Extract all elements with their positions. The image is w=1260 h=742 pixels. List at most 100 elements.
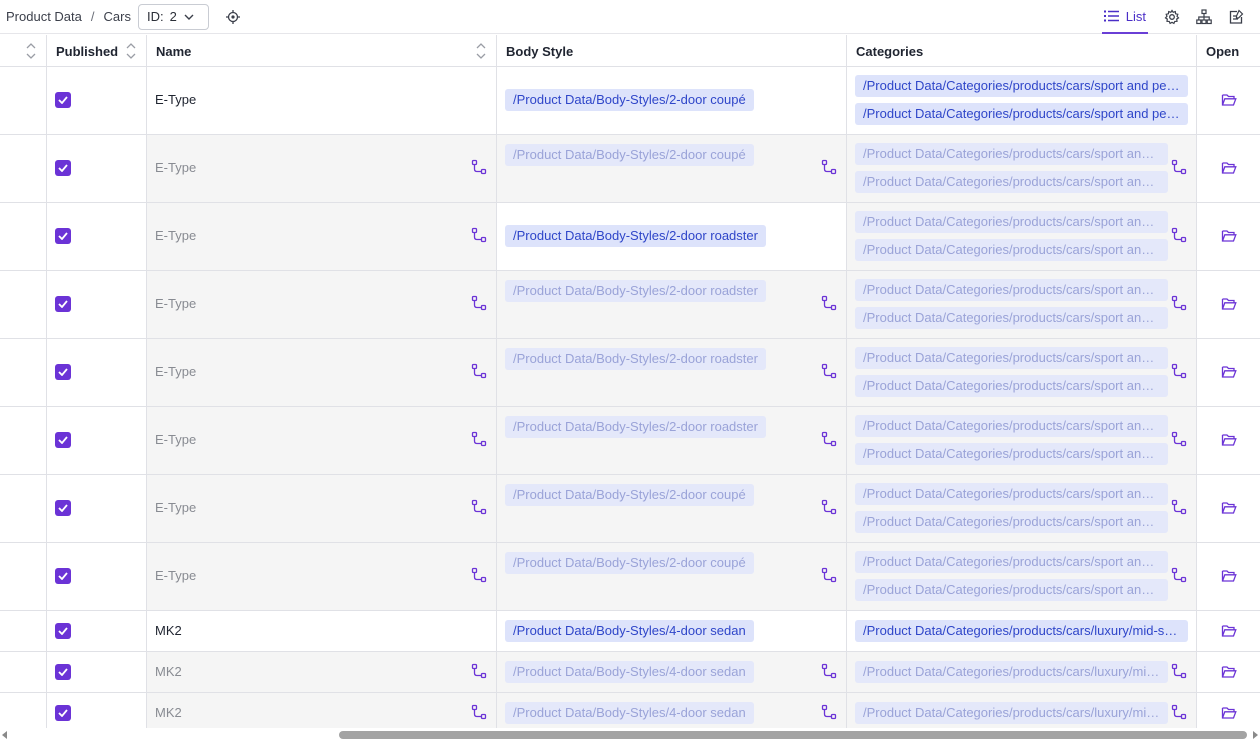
- open-folder-icon[interactable]: [1221, 296, 1237, 312]
- scroll-left-arrow-icon[interactable]: [2, 731, 7, 739]
- row-select-cell[interactable]: [0, 203, 47, 270]
- inheritance-icon[interactable]: [471, 363, 487, 379]
- scroll-right-arrow-icon[interactable]: [1253, 731, 1258, 739]
- open-folder-icon[interactable]: [1221, 160, 1237, 176]
- horizontal-scrollbar[interactable]: [0, 728, 1260, 742]
- categories-cell[interactable]: /Product Data/Categories/products/cars/s…: [847, 67, 1197, 134]
- inheritance-icon[interactable]: [1171, 704, 1187, 720]
- body-style-cell[interactable]: /Product Data/Body-Styles/2-door coupé: [497, 543, 847, 610]
- locate-icon[interactable]: [225, 9, 241, 25]
- table-row[interactable]: E-Type/Product Data/Body-Styles/2-door r…: [0, 339, 1260, 407]
- row-select-cell[interactable]: [0, 693, 47, 733]
- row-select-cell[interactable]: [0, 271, 47, 338]
- body-style-cell[interactable]: /Product Data/Body-Styles/2-door coupé: [497, 67, 847, 134]
- table-row[interactable]: E-Type/Product Data/Body-Styles/2-door c…: [0, 135, 1260, 203]
- category-tag[interactable]: /Product Data/Categories/products/cars/s…: [855, 443, 1168, 465]
- published-checkbox[interactable]: [55, 92, 71, 108]
- body-style-tag[interactable]: /Product Data/Body-Styles/2-door coupé: [505, 89, 754, 111]
- category-tag[interactable]: /Product Data/Categories/products/cars/s…: [855, 307, 1168, 329]
- body-style-tag[interactable]: /Product Data/Body-Styles/2-door roadste…: [505, 280, 766, 302]
- row-select-cell[interactable]: [0, 67, 47, 134]
- name-cell[interactable]: E-Type: [147, 67, 497, 134]
- table-row[interactable]: E-Type/Product Data/Body-Styles/2-door r…: [0, 407, 1260, 475]
- inheritance-icon[interactable]: [1171, 159, 1187, 175]
- published-checkbox[interactable]: [55, 500, 71, 516]
- name-cell[interactable]: MK2: [147, 652, 497, 692]
- published-checkbox[interactable]: [55, 432, 71, 448]
- categories-cell[interactable]: /Product Data/Categories/products/cars/s…: [847, 543, 1197, 610]
- inheritance-icon[interactable]: [821, 159, 837, 175]
- categories-column-header[interactable]: Categories: [847, 35, 1197, 67]
- table-row[interactable]: E-Type/Product Data/Body-Styles/2-door r…: [0, 271, 1260, 339]
- published-checkbox[interactable]: [55, 568, 71, 584]
- category-tag[interactable]: /Product Data/Categories/products/cars/l…: [855, 620, 1188, 642]
- category-tag[interactable]: /Product Data/Categories/products/cars/s…: [855, 279, 1168, 301]
- categories-cell[interactable]: /Product Data/Categories/products/cars/s…: [847, 203, 1197, 270]
- row-select-cell[interactable]: [0, 611, 47, 651]
- category-tag[interactable]: /Product Data/Categories/products/cars/s…: [855, 239, 1168, 261]
- breadcrumb-current[interactable]: Cars: [104, 9, 131, 24]
- body-style-tag[interactable]: /Product Data/Body-Styles/2-door coupé: [505, 484, 754, 506]
- inheritance-icon[interactable]: [1171, 663, 1187, 679]
- name-cell[interactable]: E-Type: [147, 271, 497, 338]
- body-style-cell[interactable]: /Product Data/Body-Styles/2-door roadste…: [497, 407, 847, 474]
- published-checkbox[interactable]: [55, 364, 71, 380]
- inheritance-icon[interactable]: [821, 567, 837, 583]
- inheritance-icon[interactable]: [1171, 567, 1187, 583]
- category-tag[interactable]: /Product Data/Categories/products/cars/l…: [855, 702, 1168, 724]
- hierarchy-icon[interactable]: [1196, 9, 1212, 25]
- tab-list-view[interactable]: List: [1101, 0, 1148, 34]
- inheritance-icon[interactable]: [471, 567, 487, 583]
- inheritance-icon[interactable]: [821, 431, 837, 447]
- edit-note-icon[interactable]: [1228, 9, 1244, 25]
- select-column-header[interactable]: [0, 35, 47, 67]
- open-folder-icon[interactable]: [1221, 432, 1237, 448]
- body-style-tag[interactable]: /Product Data/Body-Styles/2-door roadste…: [505, 348, 766, 370]
- categories-cell[interactable]: /Product Data/Categories/products/cars/l…: [847, 693, 1197, 733]
- name-cell[interactable]: MK2: [147, 611, 497, 651]
- sort-icon[interactable]: [476, 41, 486, 61]
- gear-icon[interactable]: [1164, 9, 1180, 25]
- inheritance-icon[interactable]: [1171, 499, 1187, 515]
- category-tag[interactable]: /Product Data/Categories/products/cars/s…: [855, 171, 1168, 193]
- name-cell[interactable]: E-Type: [147, 543, 497, 610]
- name-column-header[interactable]: Name: [147, 35, 497, 67]
- body-style-cell[interactable]: /Product Data/Body-Styles/2-door coupé: [497, 475, 847, 542]
- published-checkbox[interactable]: [55, 623, 71, 639]
- sort-icon[interactable]: [126, 41, 136, 61]
- table-row[interactable]: E-Type/Product Data/Body-Styles/2-door r…: [0, 203, 1260, 271]
- id-selector[interactable]: ID: 2: [137, 3, 209, 30]
- breadcrumb-root[interactable]: Product Data: [6, 9, 82, 24]
- name-cell[interactable]: E-Type: [147, 203, 497, 270]
- category-tag[interactable]: /Product Data/Categories/products/cars/s…: [855, 103, 1188, 125]
- row-select-cell[interactable]: [0, 407, 47, 474]
- open-folder-icon[interactable]: [1221, 664, 1237, 680]
- categories-cell[interactable]: /Product Data/Categories/products/cars/s…: [847, 271, 1197, 338]
- inheritance-icon[interactable]: [471, 431, 487, 447]
- published-checkbox[interactable]: [55, 160, 71, 176]
- row-select-cell[interactable]: [0, 135, 47, 202]
- inheritance-icon[interactable]: [821, 295, 837, 311]
- inheritance-icon[interactable]: [471, 663, 487, 679]
- categories-cell[interactable]: /Product Data/Categories/products/cars/s…: [847, 339, 1197, 406]
- body-style-tag[interactable]: /Product Data/Body-Styles/4-door sedan: [505, 702, 754, 724]
- categories-cell[interactable]: /Product Data/Categories/products/cars/s…: [847, 135, 1197, 202]
- body-style-cell[interactable]: /Product Data/Body-Styles/2-door roadste…: [497, 339, 847, 406]
- body-style-tag[interactable]: /Product Data/Body-Styles/4-door sedan: [505, 661, 754, 683]
- table-row[interactable]: E-Type/Product Data/Body-Styles/2-door c…: [0, 67, 1260, 135]
- open-column-header[interactable]: Open: [1197, 35, 1260, 67]
- category-tag[interactable]: /Product Data/Categories/products/cars/s…: [855, 143, 1168, 165]
- name-cell[interactable]: E-Type: [147, 135, 497, 202]
- body-style-tag[interactable]: /Product Data/Body-Styles/2-door coupé: [505, 144, 754, 166]
- name-cell[interactable]: E-Type: [147, 339, 497, 406]
- inheritance-icon[interactable]: [821, 363, 837, 379]
- row-select-cell[interactable]: [0, 339, 47, 406]
- body-style-cell[interactable]: /Product Data/Body-Styles/4-door sedan: [497, 693, 847, 733]
- categories-cell[interactable]: /Product Data/Categories/products/cars/s…: [847, 475, 1197, 542]
- category-tag[interactable]: /Product Data/Categories/products/cars/s…: [855, 483, 1168, 505]
- categories-cell[interactable]: /Product Data/Categories/products/cars/l…: [847, 652, 1197, 692]
- published-checkbox[interactable]: [55, 228, 71, 244]
- body-style-tag[interactable]: /Product Data/Body-Styles/2-door coupé: [505, 552, 754, 574]
- published-checkbox[interactable]: [55, 705, 71, 721]
- body-style-cell[interactable]: /Product Data/Body-Styles/4-door sedan: [497, 652, 847, 692]
